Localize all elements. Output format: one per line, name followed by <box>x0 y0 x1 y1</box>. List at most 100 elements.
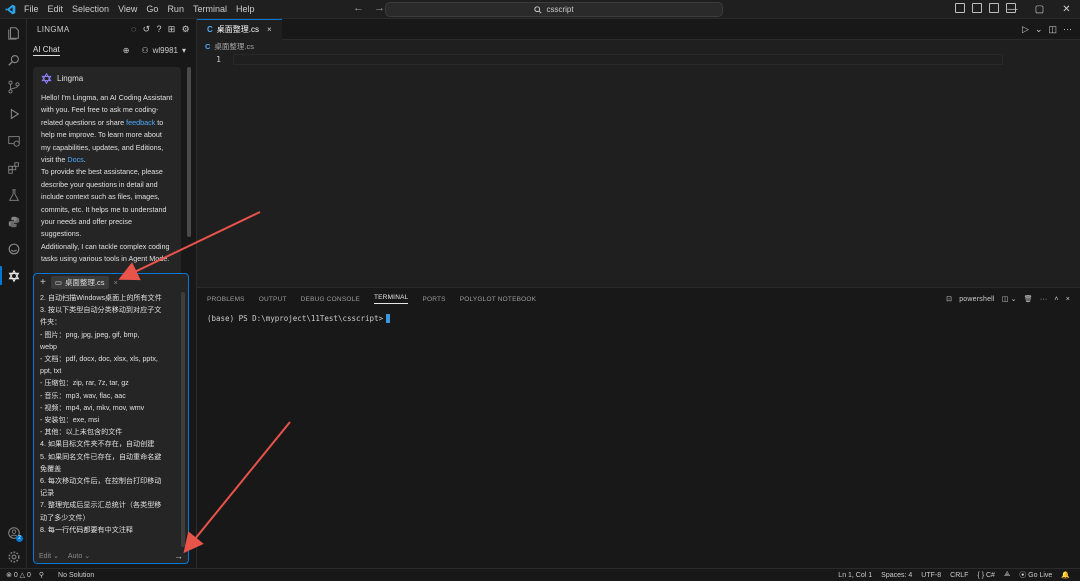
mode-select[interactable]: Edit ⌄ <box>39 552 59 560</box>
terminal-icon: ⊡ <box>946 296 953 303</box>
cursor-position[interactable]: Ln 1, Col 1 <box>838 572 872 579</box>
menu-selection[interactable]: Selection <box>72 4 109 14</box>
search-view-icon[interactable] <box>0 46 27 73</box>
send-arrow-icon[interactable]: → <box>174 551 188 561</box>
feedback-link[interactable]: feedback <box>126 118 155 127</box>
maximize-panel-icon[interactable]: ˄ <box>1054 296 1058 303</box>
run-debug-icon[interactable] <box>0 100 27 127</box>
vscode-logo-icon <box>0 0 20 19</box>
account-icon[interactable]: 2 <box>0 519 27 546</box>
extensions-icon[interactable] <box>0 154 27 181</box>
prompt-line: - 音乐：mp3, wav, flac, aac <box>40 391 126 400</box>
ports-icon[interactable]: ⚲ <box>39 571 44 579</box>
forward-arrow-icon[interactable]: → <box>374 2 385 14</box>
eol[interactable]: CRLF <box>950 572 968 579</box>
language-mode[interactable]: { } C# <box>977 572 995 579</box>
toggle-panel-icon[interactable] <box>972 3 982 13</box>
python-icon[interactable] <box>0 208 27 235</box>
back-arrow-icon[interactable]: ← <box>353 2 364 14</box>
username[interactable]: wl9981 <box>153 46 178 55</box>
prompt-line: - 压缩包：zip, rar, 7z, tar, gz <box>40 379 129 388</box>
source-control-icon[interactable] <box>0 73 27 100</box>
indentation[interactable]: Spaces: 4 <box>881 572 912 579</box>
tab-output[interactable]: OUTPUT <box>259 296 287 303</box>
close-panel-icon[interactable]: × <box>1066 296 1070 303</box>
toggle-secondary-sidebar-icon[interactable] <box>989 3 999 13</box>
docs-link[interactable]: Docs <box>67 155 83 164</box>
prompt-line: - 图片：png, jpg, jpeg, gif, bmp, <box>40 330 140 339</box>
menu-terminal[interactable]: Terminal <box>193 4 227 14</box>
activity-bar: 2 <box>0 19 27 568</box>
prompt-line: 4. 如果目标文件夹不存在，自动创建 <box>40 440 155 449</box>
tab-problems[interactable]: PROBLEMS <box>207 296 245 303</box>
solution-status[interactable]: No Solution <box>58 572 94 579</box>
new-chat-icon[interactable]: ⊕ <box>123 46 130 55</box>
chevron-down-icon[interactable]: ⌄ <box>1035 24 1043 35</box>
title-bar: File Edit Selection View Go Run Terminal… <box>0 0 1080 19</box>
go-live-button[interactable]: ⦿ Go Live <box>1019 570 1052 580</box>
chevron-down-icon[interactable]: ▾ <box>182 46 186 55</box>
more-actions-icon[interactable]: ··· <box>1063 24 1072 35</box>
split-editor-icon[interactable]: ◫ <box>1048 24 1057 35</box>
shell-name[interactable]: powershell <box>959 296 994 303</box>
explorer-icon[interactable] <box>0 19 27 46</box>
edge-devtools-icon[interactable] <box>0 235 27 262</box>
prompt-line: 3. 按以下类型自动分类移动到对应子文 <box>40 306 162 315</box>
add-context-icon[interactable]: + <box>40 277 46 288</box>
prompt-line: 6. 每次移动文件后，在控制台打印移动 <box>40 477 162 486</box>
problems-indicator[interactable]: ⊗ 0 △ 0 <box>6 571 31 579</box>
notifications-icon[interactable]: 🔔 <box>1061 571 1070 579</box>
remove-context-icon[interactable]: × <box>114 278 118 287</box>
more-icon[interactable]: ··· <box>1040 296 1048 303</box>
trash-icon[interactable]: 🗑 <box>1024 295 1033 303</box>
chat-input-box[interactable]: + ▭ 桌面整理.cs × 2. 自动扫描Windows桌面上的所有文件 3. 按… <box>33 273 189 564</box>
command-center-search[interactable]: csscript <box>385 2 723 17</box>
prompt-text[interactable]: 2. 自动扫描Windows桌面上的所有文件 3. 按以下类型自动分类移动到对应子… <box>34 290 188 546</box>
prompt-line: 免覆盖 <box>40 464 62 473</box>
breadcrumb-file[interactable]: 桌面整理.cs <box>214 41 254 52</box>
chat-scrollbar[interactable] <box>187 67 191 237</box>
model-select[interactable]: Auto ⌄ <box>68 552 90 560</box>
lightbulb-icon[interactable]: ◌ <box>131 24 137 35</box>
minimize-icon[interactable]: — <box>999 0 1026 19</box>
settings-gear-icon[interactable] <box>0 543 27 570</box>
context-file-chip[interactable]: ▭ 桌面整理.cs <box>50 275 109 289</box>
prompt-line: - 文档：pdf, docx, doc, xlsx, xls, pptx, <box>40 355 158 364</box>
close-window-icon[interactable]: ✕ <box>1053 0 1080 19</box>
menu-view[interactable]: View <box>118 4 137 14</box>
prompt-line: ppt, txt <box>40 367 62 376</box>
search-icon <box>534 5 542 14</box>
settings-icon[interactable]: ⚙ <box>182 24 190 35</box>
tab-polyglot-notebook[interactable]: POLYGLOT NOTEBOOK <box>460 296 536 303</box>
menu-edit[interactable]: Edit <box>48 4 64 14</box>
close-tab-icon[interactable]: × <box>267 25 272 34</box>
open-chat-icon[interactable]: ⊞ <box>168 24 176 35</box>
menu-file[interactable]: File <box>24 4 39 14</box>
lingma-status-icon[interactable]: ⟁ <box>1004 571 1010 579</box>
prompt-line: - 安装包：exe, msi <box>40 416 100 425</box>
run-icon[interactable]: ▷ <box>1022 24 1029 35</box>
line-number: 1 <box>216 55 221 64</box>
lingma-icon[interactable] <box>0 262 27 289</box>
tab-desktop-cs[interactable]: C 桌面整理.cs × <box>197 18 282 40</box>
code-line[interactable]: 1 <box>197 53 1080 66</box>
terminal-output[interactable]: (base) PS D:\myproject\11Test\csscript> <box>197 310 1080 327</box>
input-scrollbar[interactable] <box>181 292 185 547</box>
history-icon[interactable]: ↺ <box>143 24 151 35</box>
tab-ports[interactable]: PORTS <box>422 296 445 303</box>
remote-explorer-icon[interactable] <box>0 127 27 154</box>
window-controls: — ▢ ✕ <box>999 0 1080 19</box>
menu-help[interactable]: Help <box>236 4 255 14</box>
testing-icon[interactable] <box>0 181 27 208</box>
toggle-sidebar-icon[interactable] <box>955 3 965 13</box>
menu-go[interactable]: Go <box>146 4 158 14</box>
split-terminal-icon[interactable]: ◫ ⌄ <box>1002 295 1017 303</box>
tab-debug-console[interactable]: DEBUG CONSOLE <box>301 296 360 303</box>
message-header: Lingma <box>41 73 173 84</box>
tab-ai-chat[interactable]: AI Chat <box>33 45 60 56</box>
tab-terminal[interactable]: TERMINAL <box>373 294 409 304</box>
menu-run[interactable]: Run <box>167 4 184 14</box>
encoding[interactable]: UTF-8 <box>921 572 941 579</box>
help-icon[interactable]: ? <box>156 24 161 35</box>
maximize-icon[interactable]: ▢ <box>1026 0 1053 19</box>
